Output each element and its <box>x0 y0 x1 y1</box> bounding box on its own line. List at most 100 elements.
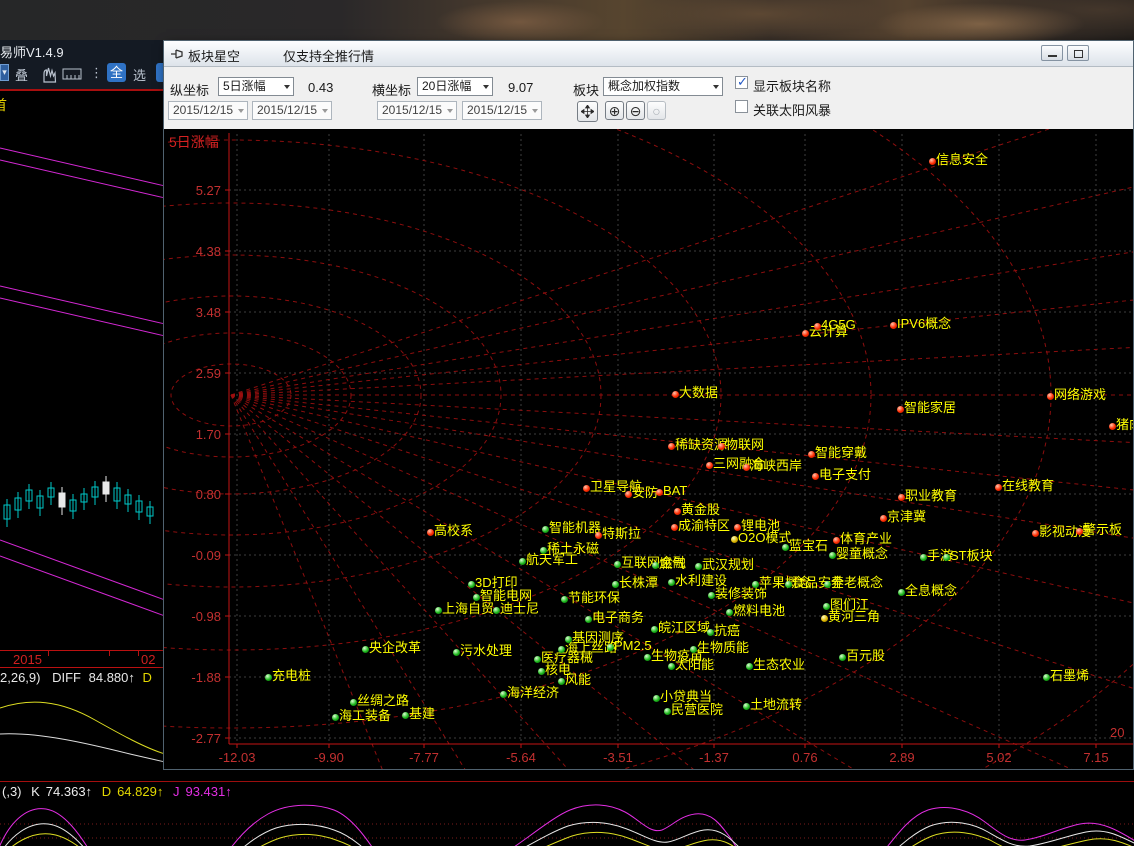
scatter-point-dot[interactable] <box>743 464 750 471</box>
scatter-point-dot[interactable] <box>823 603 830 610</box>
scatter-point-dot[interactable] <box>833 537 840 544</box>
zoom-in-button[interactable]: ⊕ <box>605 101 624 120</box>
scatter-point-dot[interactable] <box>612 581 619 588</box>
x-axis-select[interactable]: 20日涨幅 <box>417 77 493 96</box>
scatter-point-dot[interactable] <box>1109 423 1116 430</box>
scatter-point-dot[interactable] <box>672 391 679 398</box>
scatter-point-dot[interactable] <box>561 596 568 603</box>
zoom-out-button[interactable]: ⊖ <box>626 101 645 120</box>
scatter-point-dot[interactable] <box>625 491 632 498</box>
scatter-point-dot[interactable] <box>664 708 671 715</box>
scatter-point-dot[interactable] <box>782 544 789 551</box>
scatter-point-dot[interactable] <box>995 484 1002 491</box>
all-quotes-button[interactable]: 全 <box>107 63 126 82</box>
scatter-point-dot[interactable] <box>402 712 409 719</box>
date-select-4[interactable]: 2015/12/15 <box>462 101 542 120</box>
scatter-point-dot[interactable] <box>332 714 339 721</box>
scatter-point-dot[interactable] <box>614 561 621 568</box>
scatter-point-dot[interactable] <box>839 654 846 661</box>
scatter-point-dot[interactable] <box>808 451 815 458</box>
scatter-point-dot[interactable] <box>473 594 480 601</box>
scatter-point-dot[interactable] <box>453 649 460 656</box>
scatter-point-dot[interactable] <box>708 592 715 599</box>
scatter-point-dot[interactable] <box>668 579 675 586</box>
scatter-point-dot[interactable] <box>802 330 809 337</box>
scatter-point-dot[interactable] <box>707 629 714 636</box>
scatter-point-dot[interactable] <box>651 626 658 633</box>
scatter-point-dot[interactable] <box>668 443 675 450</box>
scatter-point-dot[interactable] <box>265 674 272 681</box>
scatter-point-dot[interactable] <box>468 581 475 588</box>
scatter-point-dot[interactable] <box>674 508 681 515</box>
maximize-button[interactable] <box>1067 45 1089 61</box>
scatter-point-dot[interactable] <box>350 699 357 706</box>
show-names-checkbox[interactable] <box>735 76 748 89</box>
scatter-point-dot[interactable] <box>898 494 905 501</box>
scatter-point-dot[interactable] <box>726 609 733 616</box>
scatter-point-dot[interactable] <box>785 581 792 588</box>
more-dots-icon[interactable]: ⋮ <box>90 65 103 81</box>
scatter-point-dot[interactable] <box>668 663 675 670</box>
scatter-point-dot[interactable] <box>752 581 759 588</box>
link-storm-checkbox[interactable] <box>735 100 748 113</box>
scatter-point-dot[interactable] <box>943 554 950 561</box>
y-axis-select[interactable]: 5日涨幅 <box>218 77 294 96</box>
scatter-point-dot[interactable] <box>595 532 602 539</box>
scatter-point-dot[interactable] <box>558 646 565 653</box>
scatter-point-dot[interactable] <box>706 462 713 469</box>
ring-button[interactable]: ○ <box>647 101 666 120</box>
scatter-point-dot[interactable] <box>734 524 741 531</box>
scatter-point-dot[interactable] <box>652 562 659 569</box>
scatter-point-dot[interactable] <box>824 581 831 588</box>
scatter-point-dot[interactable] <box>519 558 526 565</box>
hand-icon[interactable] <box>40 65 58 83</box>
date-select-2[interactable]: 2015/12/15 <box>252 101 332 120</box>
scatter-point-dot[interactable] <box>656 489 663 496</box>
select-button[interactable]: 选 <box>133 65 146 84</box>
ruler-icon[interactable] <box>62 67 82 81</box>
scatter-point-dot[interactable] <box>653 695 660 702</box>
scatter-point-dot[interactable] <box>565 636 572 643</box>
scatter-point-dot[interactable] <box>583 485 590 492</box>
scatter-point-dot[interactable] <box>812 473 819 480</box>
scatter-point-dot[interactable] <box>500 691 507 698</box>
sector-select[interactable]: 概念加权指数 <box>603 77 723 96</box>
scatter-point-dot[interactable] <box>585 616 592 623</box>
scatter-point-dot[interactable] <box>814 323 821 330</box>
scatter-point-dot[interactable] <box>1047 393 1054 400</box>
date-select-1[interactable]: 2015/12/15 <box>168 101 248 120</box>
scatter-point-dot[interactable] <box>890 322 897 329</box>
date-select-3[interactable]: 2015/12/15 <box>377 101 457 120</box>
pan-button[interactable] <box>577 101 598 122</box>
scatter-point-dot[interactable] <box>731 536 738 543</box>
scatter-point-dot[interactable] <box>558 678 565 685</box>
scatter-point-dot[interactable] <box>695 563 702 570</box>
scatter-point-dot[interactable] <box>898 589 905 596</box>
scatter-point-dot[interactable] <box>1076 528 1083 535</box>
window-titlebar[interactable]: 板块星空 仅支持全推行情 <box>164 41 1133 67</box>
overlay-icon[interactable]: 叠 <box>15 65 28 84</box>
scatter-point-dot[interactable] <box>746 663 753 670</box>
scatter-point-dot[interactable] <box>534 656 541 663</box>
scatter-point-dot[interactable] <box>427 529 434 536</box>
scatter-point-dot[interactable] <box>1043 674 1050 681</box>
scatter-point-dot[interactable] <box>1032 530 1039 537</box>
scatter-point-dot[interactable] <box>743 703 750 710</box>
dropdown-arrow-icon[interactable]: ▾ <box>0 64 9 81</box>
scatter-point-dot[interactable] <box>435 607 442 614</box>
scatter-point-dot[interactable] <box>493 607 500 614</box>
scatter-point-dot[interactable] <box>542 526 549 533</box>
scatter-point-dot[interactable] <box>821 615 828 622</box>
scatter-point-dot[interactable] <box>880 515 887 522</box>
scatter-point-dot[interactable] <box>929 158 936 165</box>
scatter-point-dot[interactable] <box>607 644 614 651</box>
minimize-button[interactable] <box>1041 45 1063 61</box>
scatter-point-dot[interactable] <box>538 668 545 675</box>
scatter-point-dot[interactable] <box>644 654 651 661</box>
pin-icon[interactable] <box>170 47 186 61</box>
scatter-point-dot[interactable] <box>540 547 547 554</box>
scatter-point-dot[interactable] <box>718 443 725 450</box>
scatter-point-dot[interactable] <box>362 646 369 653</box>
scatter-point-dot[interactable] <box>690 646 697 653</box>
scatter-point-dot[interactable] <box>829 552 836 559</box>
